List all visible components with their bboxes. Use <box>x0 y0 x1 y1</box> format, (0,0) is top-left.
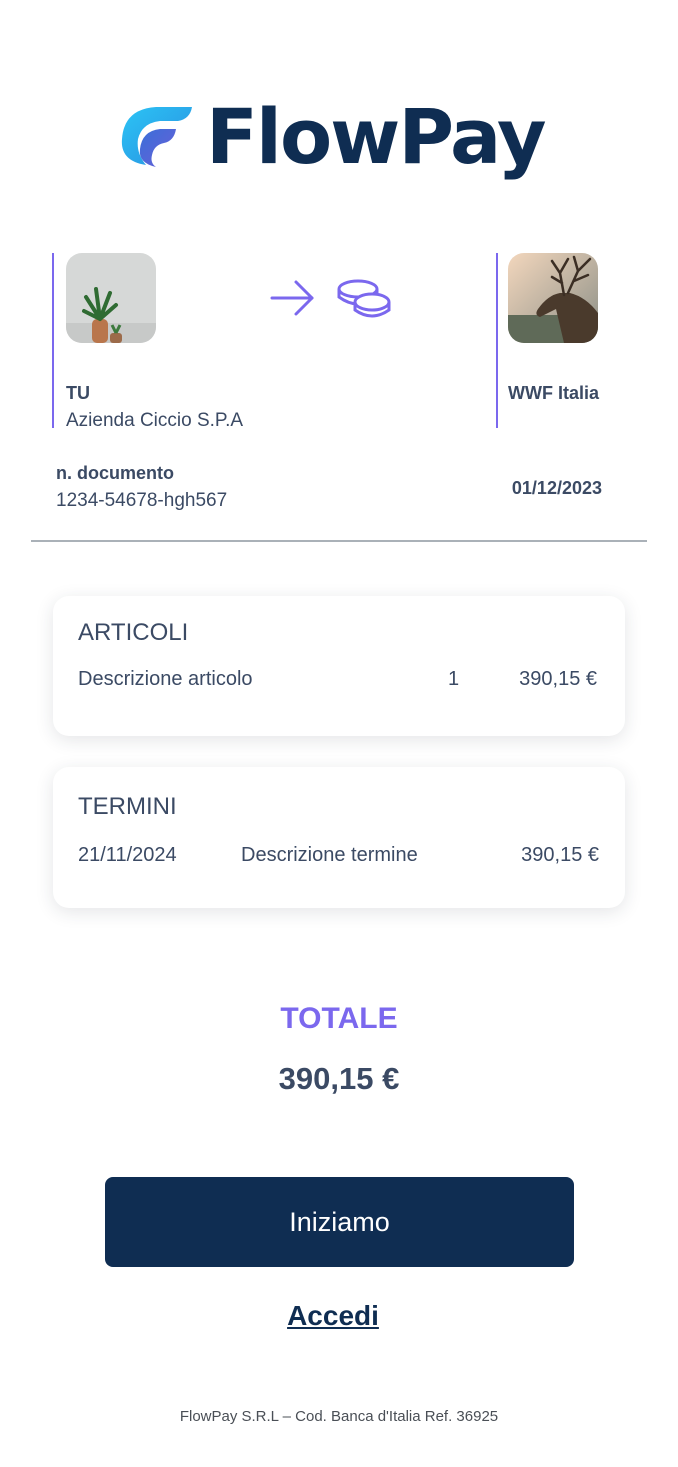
receiver-party: WWF Italia <box>496 253 646 428</box>
iniziamo-button[interactable]: Iniziamo <box>105 1177 574 1267</box>
termine-date: 21/11/2024 <box>78 844 177 866</box>
termini-title: TERMINI <box>78 793 177 820</box>
coins-icon <box>337 279 391 318</box>
document-label: n. documento <box>56 463 174 483</box>
sender-party: TU Azienda Ciccio S.P.A <box>52 253 272 431</box>
arrow-right-icon <box>270 280 314 316</box>
termini-card: TERMINI 21/11/2024 Descrizione termine 3… <box>53 767 625 908</box>
transfer-indicator <box>270 279 391 318</box>
sender-name: Azienda Ciccio S.P.A <box>66 410 244 431</box>
iniziamo-button-label: Iniziamo <box>289 1206 390 1237</box>
plant-photo-icon <box>66 253 156 343</box>
articoli-title: ARTICOLI <box>78 619 189 646</box>
termine-description: Descrizione termine <box>241 844 418 866</box>
footer-text: FlowPay S.R.L – Cod. Banca d'Italia Ref.… <box>179 1408 499 1425</box>
articolo-amount: 390,15 € <box>519 668 597 690</box>
document-number: 1234-54678-hgh567 <box>56 490 228 511</box>
receiver-name: WWF Italia <box>508 383 599 403</box>
brand-logo: FlowPay <box>120 92 547 182</box>
totale-label: TOTALE <box>280 1002 398 1035</box>
articolo-quantity: 1 <box>448 668 460 690</box>
divider <box>31 540 647 542</box>
articolo-description: Descrizione articolo <box>78 668 253 690</box>
receiver-avatar <box>508 253 598 343</box>
accedi-link[interactable]: Accedi <box>0 1300 666 1332</box>
brand-name: FlowPay <box>206 92 547 181</box>
sender-role: TU <box>66 383 90 403</box>
flowpay-logo-icon <box>121 107 192 167</box>
articoli-card: ARTICOLI Descrizione articolo 1 390,15 € <box>53 596 625 736</box>
termine-amount: 390,15 € <box>521 844 599 866</box>
deer-photo-icon <box>508 253 598 343</box>
totale-value: 390,15 € <box>278 1061 400 1096</box>
sender-avatar <box>66 253 156 343</box>
document-date: 01/12/2023 <box>511 478 602 498</box>
